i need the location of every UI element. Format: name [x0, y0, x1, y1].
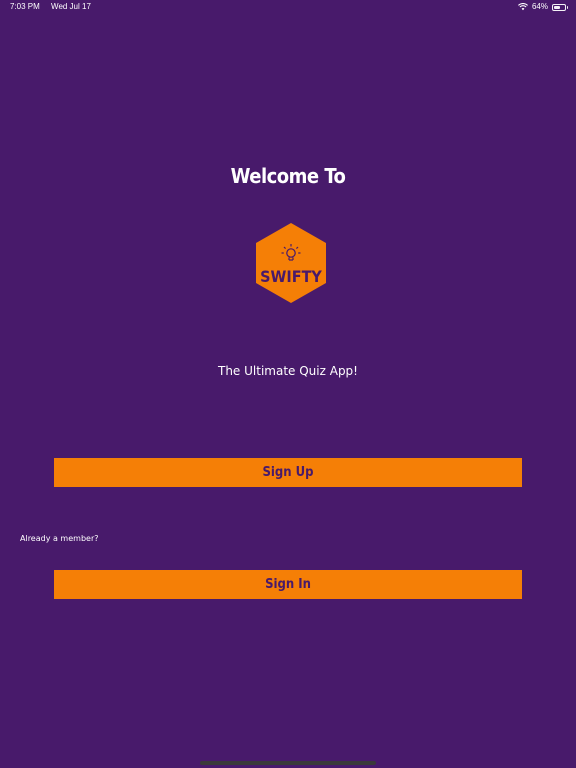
status-right: 64%: [518, 0, 568, 14]
wifi-icon: [518, 3, 528, 11]
home-indicator[interactable]: [200, 761, 376, 765]
status-date: Wed Jul 17: [51, 2, 91, 11]
battery-percent: 64%: [531, 2, 548, 11]
sign-up-button[interactable]: Sign Up: [54, 458, 522, 487]
logo-text: SWIFTY: [260, 267, 322, 286]
status-bar: 7:03 PM Wed Jul 17 64%: [0, 0, 576, 14]
swifty-logo: SWIFTY: [256, 223, 326, 303]
status-left: 7:03 PM Wed Jul 17: [10, 0, 100, 14]
battery-fill: [554, 5, 561, 9]
sign-in-button[interactable]: Sign In: [54, 570, 522, 599]
status-time: 7:03 PM: [10, 2, 40, 11]
welcome-screen: 7:03 PM Wed Jul 17 64% Welcome To SWIFTY…: [0, 0, 576, 768]
already-member-label: Already a member?: [20, 534, 99, 543]
battery-icon: [552, 3, 568, 11]
welcome-title: Welcome To: [230, 164, 346, 188]
tagline: The Ultimate Quiz App!: [218, 364, 358, 378]
